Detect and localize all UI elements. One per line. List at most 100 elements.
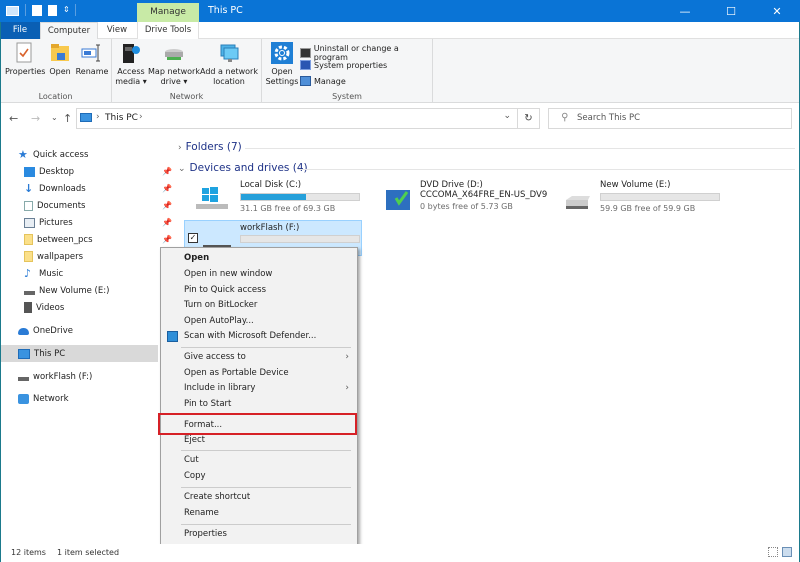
- manage-button[interactable]: Manage: [300, 76, 346, 86]
- drive-usage-fill: [241, 194, 306, 200]
- network-location-icon: [218, 42, 240, 64]
- menu-item-cut[interactable]: Cut: [161, 453, 357, 468]
- sidebar-label: Network: [33, 393, 69, 404]
- sidebar-label: OneDrive: [33, 325, 73, 336]
- divider: [245, 148, 795, 149]
- minimize-button[interactable]: —: [662, 0, 708, 22]
- sidebar-label: workFlash (F:): [33, 371, 93, 382]
- window-border: [0, 22, 1, 562]
- devices-header-label: Devices and drives (4): [189, 162, 308, 174]
- up-button[interactable]: ↑: [63, 112, 72, 125]
- drive-icon: [24, 290, 35, 295]
- close-button[interactable]: ✕: [754, 0, 800, 22]
- search-input[interactable]: ⚲ Search This PC: [548, 108, 792, 129]
- group-label-system: System: [332, 92, 362, 101]
- pin-icon[interactable]: 📌: [162, 218, 172, 227]
- folders-group-header[interactable]: › Folders (7): [178, 141, 242, 153]
- address-dropdown[interactable]: ⌄: [503, 111, 511, 121]
- drive-usage-bar: [240, 193, 360, 201]
- new-folder-qat-icon[interactable]: [48, 4, 57, 16]
- folder-icon: [24, 234, 33, 245]
- menu-item-bitlocker[interactable]: Turn on BitLocker: [161, 298, 357, 313]
- open-settings-button[interactable]: Open Settings: [264, 42, 300, 87]
- menu-item-eject[interactable]: Eject: [161, 433, 357, 448]
- maximize-button[interactable]: ☐: [708, 0, 754, 22]
- pin-icon[interactable]: 📌: [162, 235, 172, 244]
- breadcrumb-separator: ›: [139, 112, 143, 122]
- sidebar-network[interactable]: Network: [18, 390, 69, 407]
- sidebar-item-between-pcs[interactable]: between_pcs: [24, 231, 93, 248]
- pin-icon[interactable]: 📌: [162, 184, 172, 193]
- open-button[interactable]: Open: [46, 42, 74, 77]
- dvd-drive-icon: [372, 186, 410, 212]
- ribbon-tabs: File Computer View Drive Tools ︿ ?: [0, 22, 800, 59]
- access-media-button[interactable]: Access media ▾: [114, 42, 148, 87]
- sidebar-item-downloads[interactable]: ↓ Downloads: [24, 180, 86, 197]
- rename-button[interactable]: Rename: [75, 42, 109, 77]
- chevron-down-icon: ⌄: [178, 164, 186, 174]
- pin-icon[interactable]: 📌: [162, 167, 172, 176]
- recent-locations-button[interactable]: ⌄: [51, 113, 58, 122]
- large-icons-view-button[interactable]: [782, 547, 792, 557]
- manage-contextual-tab[interactable]: Manage: [137, 3, 199, 22]
- group-label-location: Location: [38, 92, 73, 101]
- sidebar-item-videos[interactable]: Videos: [24, 299, 64, 316]
- menu-item-open-new-window[interactable]: Open in new window: [161, 267, 357, 282]
- sidebar-item-wallpapers[interactable]: wallpapers: [24, 248, 83, 265]
- tab-file[interactable]: File: [0, 22, 40, 39]
- sidebar-item-music[interactable]: ♪ Music: [24, 265, 63, 282]
- tab-view[interactable]: View: [100, 22, 134, 39]
- sidebar-item-documents[interactable]: Documents: [24, 197, 85, 214]
- back-button[interactable]: ←: [9, 112, 18, 125]
- menu-item-create-shortcut[interactable]: Create shortcut: [161, 490, 357, 505]
- sidebar-item-new-volume[interactable]: New Volume (E:): [24, 282, 109, 299]
- sidebar-label: Videos: [36, 302, 65, 313]
- sidebar-item-desktop[interactable]: Desktop: [24, 163, 74, 180]
- forward-button[interactable]: →: [31, 112, 40, 125]
- drive-item-d[interactable]: DVD Drive (D:) CCCOMA_X64FRE_EN-US_DV9 0…: [372, 180, 552, 216]
- menu-item-open[interactable]: Open: [161, 251, 357, 266]
- system-properties-button[interactable]: System properties: [300, 60, 387, 70]
- sidebar-label: This PC: [34, 348, 66, 359]
- divider: [75, 4, 76, 16]
- menu-item-give-access[interactable]: Give access to ›: [161, 350, 357, 365]
- breadcrumb-this-pc[interactable]: This PC: [105, 113, 138, 123]
- open-settings-label-1: Open: [271, 67, 293, 76]
- drive-item-e[interactable]: New Volume (E:) 59.9 GB free of 59.9 GB: [552, 180, 732, 216]
- menu-item-properties[interactable]: Properties: [161, 527, 357, 542]
- menu-item-rename[interactable]: Rename: [161, 506, 357, 521]
- menu-item-pin-quick-access[interactable]: Pin to Quick access: [161, 283, 357, 298]
- sidebar-this-pc[interactable]: This PC: [18, 345, 65, 362]
- menu-item-portable-device[interactable]: Open as Portable Device: [161, 366, 357, 381]
- menu-item-include-library[interactable]: Include in library ›: [161, 381, 357, 396]
- menu-separator: [181, 347, 351, 348]
- pin-icon[interactable]: 📌: [162, 201, 172, 210]
- details-view-button[interactable]: [768, 547, 778, 557]
- properties-qat-icon[interactable]: [32, 4, 42, 16]
- document-icon: [24, 200, 33, 211]
- map-network-drive-button[interactable]: Map network drive ▾: [148, 42, 200, 87]
- sidebar-onedrive[interactable]: OneDrive: [18, 322, 73, 339]
- ribbon-group-system: Open Settings Uninstall or change a prog…: [262, 39, 433, 103]
- drive-name: DVD Drive (D:): [420, 180, 483, 190]
- devices-group-header[interactable]: ⌄ Devices and drives (4): [178, 162, 308, 174]
- menu-item-pin-start[interactable]: Pin to Start: [161, 397, 357, 412]
- add-network-location-button[interactable]: Add a network location: [200, 42, 258, 87]
- menu-item-autoplay[interactable]: Open AutoPlay...: [161, 314, 357, 329]
- manage-label: Manage: [314, 76, 346, 86]
- sidebar-quick-access[interactable]: ★ Quick access: [18, 146, 88, 163]
- access-media-label-2: media ▾: [115, 77, 147, 86]
- computer-icon: [18, 348, 30, 359]
- drive-name: workFlash (F:): [240, 223, 300, 233]
- properties-button[interactable]: Properties: [5, 42, 45, 77]
- drive-item-c[interactable]: Local Disk (C:) 31.1 GB free of 69.3 GB: [192, 180, 372, 216]
- menu-item-copy[interactable]: Copy: [161, 469, 357, 484]
- menu-item-scan-defender[interactable]: Scan with Microsoft Defender...: [161, 329, 357, 344]
- sidebar-workflash[interactable]: workFlash (F:): [18, 368, 92, 385]
- address-bar[interactable]: › This PC › ⌄: [76, 108, 518, 129]
- sidebar-item-pictures[interactable]: Pictures: [24, 214, 73, 231]
- tab-computer[interactable]: Computer: [40, 22, 98, 39]
- refresh-button[interactable]: ↻: [518, 108, 540, 129]
- customize-qat-icon[interactable]: ⇕: [63, 4, 70, 16]
- search-placeholder: Search This PC: [577, 113, 641, 123]
